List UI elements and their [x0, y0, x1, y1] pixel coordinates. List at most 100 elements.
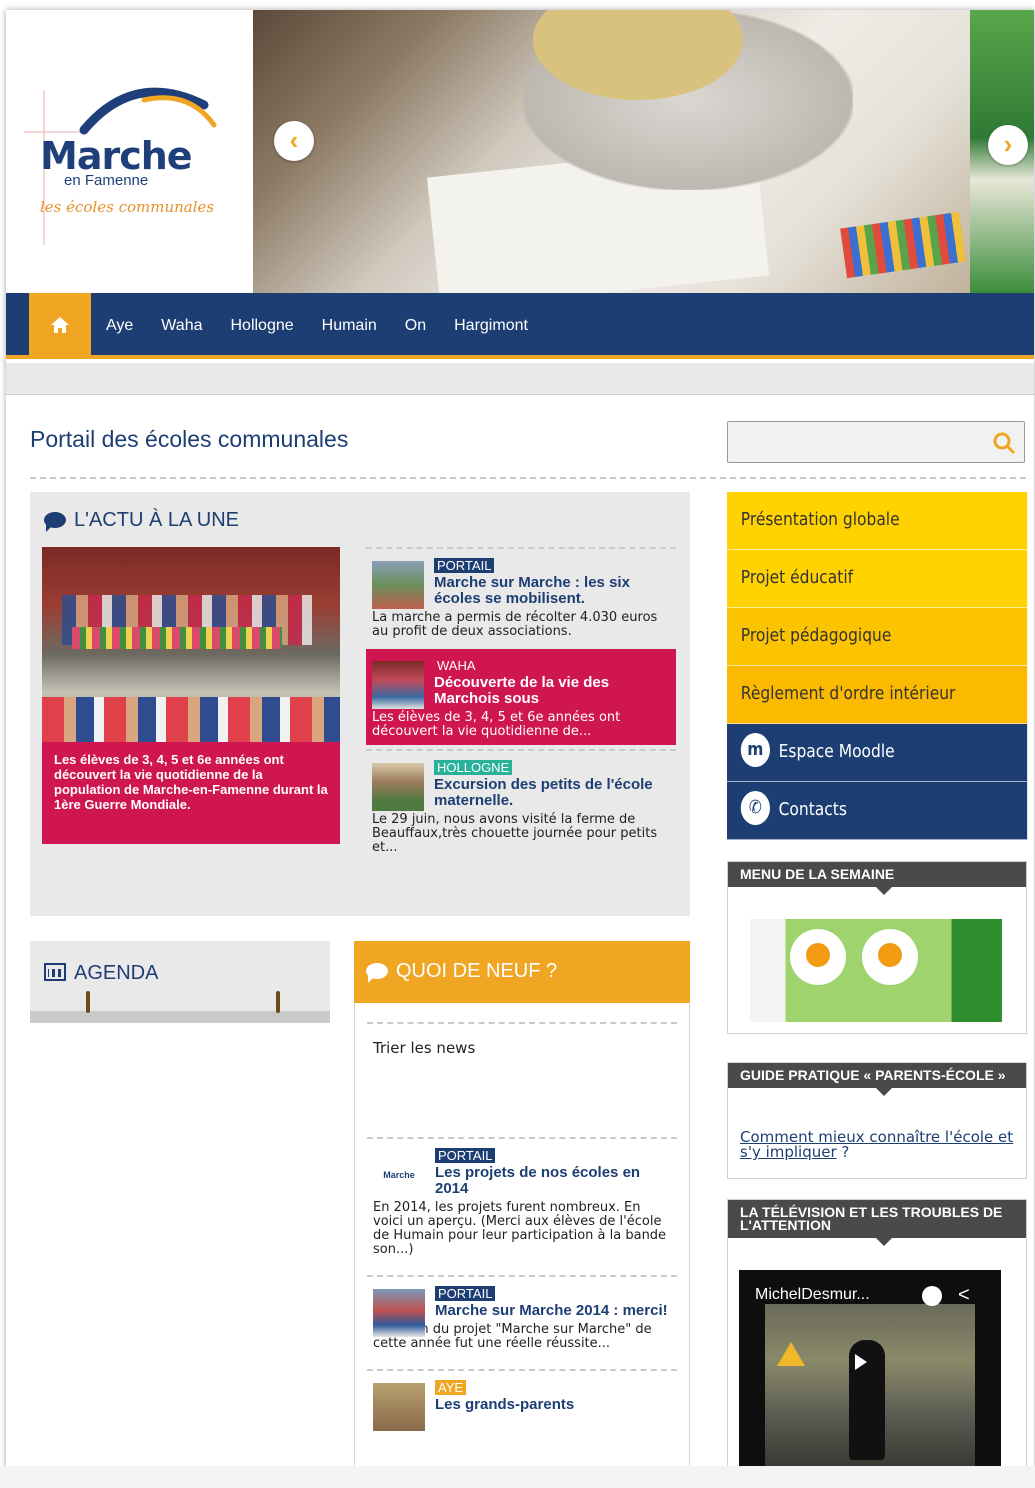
sub-nav-bar — [6, 363, 1034, 395]
news-category-badge: PORTAIL — [435, 1286, 496, 1301]
nav-menu: Aye Waha Hollogne Humain On Hargimont — [92, 293, 542, 359]
search-input[interactable] — [727, 421, 1025, 463]
sidebar-item-label: Espace Moodle — [778, 741, 895, 762]
news-item-highlighted[interactable]: WAHA Découverte de la vie des Marchois s… — [366, 649, 676, 745]
nav-item-on[interactable]: On — [391, 293, 440, 359]
photo-yolk — [878, 943, 902, 967]
video-player[interactable]: MichelDesmur... < — [739, 1270, 1001, 1466]
sidebar-item-contacts[interactable]: ✆ Contacts — [727, 782, 1028, 840]
featured-article-caption[interactable]: Les élèves de 3, 4, 5 et 6e années ont d… — [42, 742, 340, 844]
featured-article-image — [42, 547, 340, 742]
menu-semaine-title: MENU DE LA SEMAINE — [728, 862, 1026, 895]
news-excerpt: La marche a permis de récolter 4.030 eur… — [372, 610, 658, 639]
binder-ring-left — [86, 991, 90, 1013]
news-headline[interactable]: Les grands-parents — [435, 1397, 671, 1413]
page-title: Portail des écoles communales — [30, 426, 349, 452]
nav-home-button[interactable] — [29, 293, 91, 359]
nav-item-hargimont[interactable]: Hargimont — [440, 293, 542, 359]
guide-pratique-title: GUIDE PRATIQUE « PARENTS-ÉCOLE » — [728, 1063, 1026, 1096]
news-item[interactable]: PORTAIL Marche sur Marche : les six écol… — [366, 547, 676, 645]
news-headline[interactable]: Marche sur Marche : les six écoles se mo… — [434, 575, 670, 607]
clock-icon[interactable] — [922, 1286, 942, 1306]
slider-photo-pencils — [840, 211, 966, 279]
news-headline[interactable]: Excursion des petits de l'école maternel… — [434, 777, 670, 809]
agenda-title-text: AGENDA — [74, 962, 159, 984]
news-feed-section: QUOI DE NEUF ? Trier les news Marche POR… — [354, 941, 690, 1476]
news-thumbnail[interactable] — [372, 763, 424, 811]
news-thumbnail[interactable] — [372, 661, 424, 709]
logo-text-sub: en Famenne — [64, 172, 149, 189]
page-bottom-edge — [0, 1466, 1035, 1488]
sidebar-item-moodle[interactable]: m Espace Moodle — [727, 724, 1028, 782]
chat-bubble-icon — [366, 963, 388, 983]
news-headline[interactable]: Découverte de la vie des Marchois sous — [434, 675, 670, 707]
news-feed-header: QUOI DE NEUF ? — [354, 941, 690, 1003]
guide-link-suffix: ? — [836, 1143, 850, 1161]
news-headline[interactable]: Marche sur Marche 2014 : merci! — [435, 1303, 671, 1319]
page: Marche en Famenne les écoles communales … — [6, 10, 1034, 1476]
actu-news-list: PORTAIL Marche sur Marche : les six écol… — [366, 547, 676, 861]
news-category-badge: HOLLOGNE — [434, 760, 513, 775]
photo-flower-box — [72, 627, 282, 649]
divider — [30, 477, 1026, 479]
slider-next-button[interactable]: › — [988, 125, 1028, 165]
sidebar-item-projet-educatif[interactable]: Projet éducatif — [727, 550, 1028, 608]
photo-egg-left — [790, 929, 846, 985]
news-thumbnail[interactable]: Marche — [373, 1151, 425, 1199]
news-category-badge: WAHA — [434, 658, 479, 673]
news-thumbnail[interactable] — [373, 1289, 425, 1337]
news-category-badge: AYE — [435, 1380, 467, 1395]
nav-item-waha[interactable]: Waha — [147, 293, 216, 359]
news-excerpt: Les élèves de 3, 4, 5 et 6e années ont d… — [372, 710, 621, 739]
play-icon[interactable] — [855, 1354, 875, 1370]
menu-semaine-widget: MENU DE LA SEMAINE — [727, 861, 1027, 1034]
warning-icon — [777, 1342, 805, 1366]
sidebar-item-presentation[interactable]: Présentation globale — [727, 492, 1028, 550]
news-item[interactable]: AYE Les grands-parents — [367, 1369, 677, 1431]
main-nav: Aye Waha Hollogne Humain On Hargimont — [6, 293, 1034, 359]
news-item[interactable]: PORTAIL Marche sur Marche 2014 : merci! … — [367, 1275, 677, 1357]
news-item[interactable]: Marche PORTAIL Les projets de nos écoles… — [367, 1137, 677, 1263]
menu-semaine-image[interactable] — [750, 919, 1002, 1022]
video-title[interactable]: MichelDesmur... — [755, 1286, 870, 1304]
photo-egg-right — [862, 929, 918, 985]
divider — [367, 1022, 677, 1024]
chevron-left-icon: ‹ — [289, 125, 299, 155]
agenda-title: AGENDA — [44, 961, 158, 985]
photo-children-row-bottom — [42, 697, 340, 742]
sidebar-item-label: Contacts — [778, 799, 847, 820]
nav-item-hollogne[interactable]: Hollogne — [216, 293, 307, 359]
nav-item-aye[interactable]: Aye — [92, 293, 147, 359]
actu-section: L'ACTU À LA UNE Les élèves de 3, 4, 5 et… — [30, 492, 690, 916]
share-icon[interactable]: < — [958, 1284, 970, 1307]
actu-title: L'ACTU À LA UNE — [44, 509, 239, 532]
news-item[interactable]: HOLLOGNE Excursion des petits de l'école… — [366, 749, 676, 861]
binder-ring-right — [276, 991, 280, 1013]
news-excerpt: En 2014, les projets furent nombreux. En… — [373, 1200, 667, 1257]
phone-icon: ✆ — [740, 791, 770, 825]
news-feed-list: Marche PORTAIL Les projets de nos écoles… — [367, 1137, 677, 1431]
guide-pratique-widget: GUIDE PRATIQUE « PARENTS-ÉCOLE » Comment… — [727, 1062, 1027, 1179]
guide-pratique-link[interactable]: Comment mieux connaître l'école et s'y i… — [740, 1130, 1026, 1160]
news-thumbnail[interactable] — [372, 561, 424, 609]
news-thumbnail[interactable] — [373, 1383, 425, 1431]
agenda-section: AGENDA — [30, 941, 330, 1023]
search-icon[interactable] — [992, 431, 1016, 455]
chevron-right-icon: › — [1003, 129, 1013, 159]
sidebar-item-reglement[interactable]: Règlement d'ordre intérieur — [727, 666, 1028, 724]
nav-item-humain[interactable]: Humain — [308, 293, 391, 359]
news-headline[interactable]: Les projets de nos écoles en 2014 — [435, 1165, 671, 1197]
news-category-badge: PORTAIL — [434, 558, 495, 573]
moodle-icon: m — [740, 733, 770, 767]
slider-prev-button[interactable]: ‹ — [274, 121, 314, 161]
site-logo[interactable]: Marche en Famenne les écoles communales — [6, 10, 253, 293]
calendar-icon — [44, 963, 66, 981]
sidebar-item-projet-pedagogique[interactable]: Projet pédagogique — [727, 608, 1028, 666]
sidebar-menu: Présentation globale Projet éducatif Pro… — [727, 492, 1028, 840]
featured-article[interactable]: Les élèves de 3, 4, 5 et 6e années ont d… — [42, 547, 340, 844]
sort-news-label[interactable]: Trier les news — [373, 1039, 475, 1057]
home-icon — [51, 317, 69, 333]
actu-title-text: L'ACTU À LA UNE — [74, 509, 239, 531]
guide-link-text[interactable]: Comment mieux connaître l'école et s'y i… — [740, 1128, 1013, 1161]
photo-yolk — [806, 943, 830, 967]
